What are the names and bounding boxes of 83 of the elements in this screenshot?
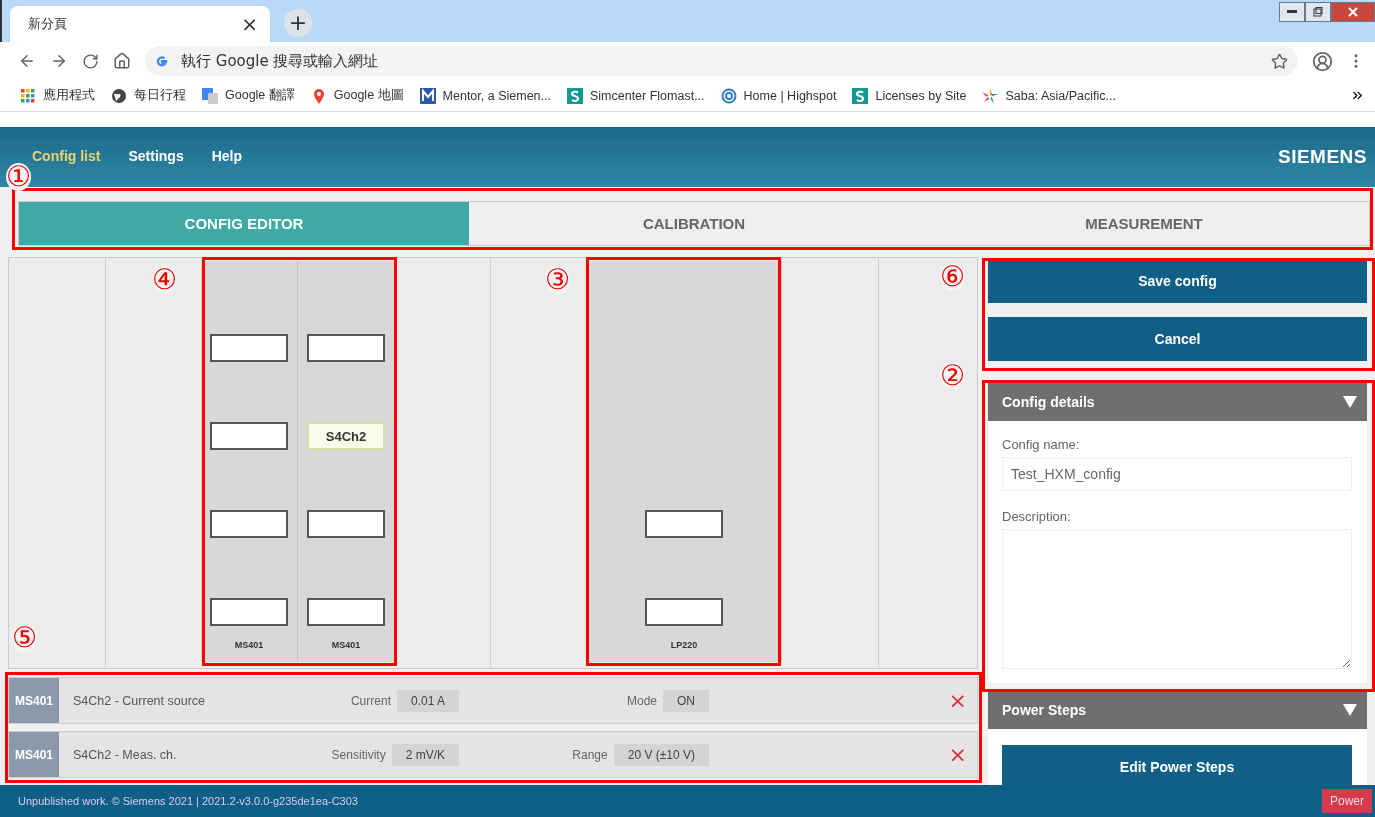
minimize-icon <box>1287 10 1297 14</box>
new-tab-button[interactable]: + <box>284 9 312 37</box>
star-burst-icon <box>982 87 999 104</box>
translate-icon <box>202 87 218 104</box>
channel-slot[interactable] <box>210 334 288 362</box>
module-tag: MS401 <box>9 732 59 777</box>
nav-link[interactable]: Help <box>211 148 242 164</box>
address-field[interactable]: 執行 Google 搜尋或輸入網址 <box>179 51 1261 71</box>
reload-icon[interactable] <box>82 52 99 70</box>
bookmark-link[interactable]: Home | Highspot <box>720 87 837 104</box>
letter-tile-icon <box>852 87 869 104</box>
apps-grid-icon <box>20 87 36 104</box>
rack-module[interactable]: S4Ch2 MS401 <box>298 261 395 662</box>
power-button[interactable]: Power <box>1322 789 1372 813</box>
channel-slot[interactable] <box>210 510 288 538</box>
field-value[interactable]: 2 mV/K <box>391 743 459 766</box>
address-bar[interactable]: 執行 Google 搜尋或輸入網址 <box>145 46 1298 76</box>
account-icon[interactable] <box>1312 50 1333 72</box>
globe-icon <box>111 87 127 104</box>
field-label: Description: <box>1002 509 1072 524</box>
channel-slot[interactable] <box>645 598 723 626</box>
brand-logo: SIEMENS <box>1277 146 1367 168</box>
channel-slot[interactable] <box>645 510 723 538</box>
remove-button[interactable]: × <box>948 688 967 713</box>
rack-module[interactable]: MS401 <box>201 261 298 662</box>
rack-module[interactable]: LP220 <box>587 261 782 662</box>
field-label: Config name: <box>1002 437 1081 452</box>
forward-icon[interactable] <box>50 52 68 70</box>
close-tab-button[interactable]: × <box>241 12 258 36</box>
channel-slot[interactable] <box>210 422 288 450</box>
field-label: Sensitivity <box>331 747 386 762</box>
module-label: MS401 <box>234 640 264 650</box>
remove-button[interactable]: × <box>948 742 967 767</box>
letter-tile-icon <box>566 87 583 104</box>
minimize-button[interactable] <box>1279 2 1305 22</box>
bookmark-link[interactable]: Licenses by Site <box>852 87 967 104</box>
bookmark-link[interactable]: 每日行程 <box>111 87 186 104</box>
restore-button[interactable] <box>1305 2 1331 22</box>
home-icon[interactable] <box>113 52 131 70</box>
browser-tab[interactable]: 新分頁 × <box>10 6 270 42</box>
footer-text: Unpublished work. © Siemens 2021 | 2021.2-v3.0.0-g235de1ea-C303 <box>18 795 358 807</box>
channel-name: S4Ch2 - Meas. ch. <box>72 747 178 762</box>
g-logo-icon <box>155 54 169 68</box>
module-label: MS401 <box>331 640 361 650</box>
channel-name: S4Ch2 - Current source <box>72 693 206 708</box>
accordion-header[interactable]: Config details <box>988 383 1367 421</box>
restore-icon <box>1313 7 1323 17</box>
channel-row[interactable]: MS401 S4Ch2 - Meas. ch. Sensitivity 2 mV/K Range 20 V (±10 V) × <box>8 731 978 778</box>
channel-slot[interactable]: S4Ch2 <box>307 422 385 450</box>
collapse-triangle-icon[interactable] <box>1343 396 1357 408</box>
bookmark-link[interactable]: Simcenter Flomast... <box>566 87 705 104</box>
collapse-triangle-icon[interactable] <box>1343 704 1357 716</box>
channel-slot[interactable] <box>307 598 385 626</box>
star-icon[interactable] <box>1271 52 1288 70</box>
channel-row[interactable]: MS401 S4Ch2 - Current source Current 0.01 A Mode ON × <box>8 677 978 724</box>
channel-slot[interactable] <box>307 510 385 538</box>
field-value[interactable]: 0.01 A <box>396 689 459 712</box>
channel-slot[interactable] <box>210 598 288 626</box>
field-value[interactable]: ON <box>663 689 709 712</box>
letter-tile-icon <box>419 87 436 104</box>
channel-slot[interactable] <box>307 334 385 362</box>
config-name-field[interactable]: Test_HXM_config <box>1002 457 1352 491</box>
close-window-button[interactable] <box>1331 2 1375 22</box>
nav-link[interactable]: Settings <box>128 148 184 164</box>
field-label: Current <box>350 693 391 708</box>
accordion-header[interactable]: Power Steps <box>988 691 1367 729</box>
bookmark-link[interactable]: Google 翻譯 <box>202 87 295 104</box>
bookmark-link[interactable]: 應用程式 <box>20 87 95 104</box>
module-tag: MS401 <box>9 678 59 723</box>
module-label: LP220 <box>670 640 698 650</box>
back-icon[interactable] <box>18 52 36 70</box>
edit-power-steps-button[interactable]: Edit Power Steps <box>1002 745 1352 785</box>
bookmark-link[interactable]: Mentor, a Siemen... <box>419 87 551 104</box>
close-icon <box>1348 7 1358 17</box>
field-label: Range <box>572 747 608 762</box>
bookmark-link[interactable]: Saba: Asia/Pacific... <box>982 87 1116 104</box>
field-value[interactable]: 20 V (±10 V) <box>613 743 709 766</box>
bookmark-link[interactable]: Google 地圖 <box>310 87 404 104</box>
action-button[interactable]: Cancel <box>988 317 1367 361</box>
description-field[interactable] <box>1002 529 1352 669</box>
action-button[interactable]: Save config <box>988 259 1367 303</box>
field-label: Mode <box>626 693 657 708</box>
ring-icon <box>720 87 737 104</box>
